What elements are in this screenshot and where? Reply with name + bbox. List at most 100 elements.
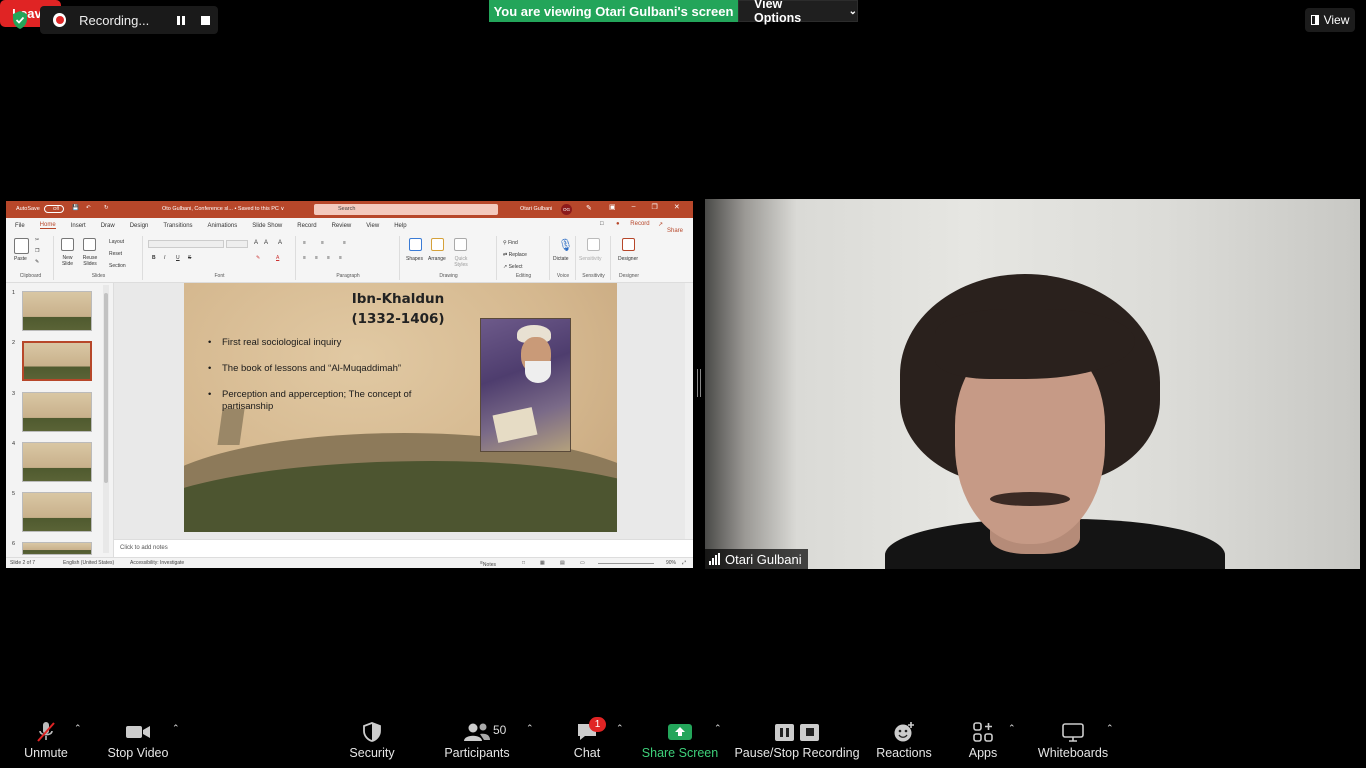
- reset-button[interactable]: Reset: [109, 251, 122, 257]
- slide-bullet[interactable]: Perception and apperception; The concept…: [208, 389, 447, 413]
- sensitivity-icon[interactable]: [587, 238, 600, 251]
- view-button[interactable]: View: [1305, 8, 1355, 32]
- font-family-box[interactable]: [148, 240, 224, 248]
- current-slide[interactable]: Ibn-Khaldun (1332-1406) First real socio…: [184, 283, 617, 532]
- ribbon-display-icon[interactable]: ▣: [609, 203, 616, 211]
- close-icon[interactable]: ✕: [674, 203, 680, 211]
- whiteboards-options-caret[interactable]: ⌃: [1106, 723, 1114, 734]
- slideshow-view-icon[interactable]: ▭: [580, 560, 585, 566]
- microphone-icon[interactable]: 🎙: [558, 238, 573, 252]
- editor-scrollbar[interactable]: [685, 283, 693, 539]
- document-title[interactable]: Oto Gulbani, Conference sl... • Saved to…: [162, 206, 284, 212]
- tab-draw[interactable]: Draw: [101, 223, 115, 229]
- section-button[interactable]: Section: [109, 263, 126, 269]
- clear-format-icon[interactable]: A: [278, 240, 282, 246]
- tab-file[interactable]: File: [15, 223, 25, 229]
- share-screen-options-caret[interactable]: ⌃: [714, 723, 722, 734]
- participant-video-tile[interactable]: [705, 199, 1360, 569]
- thumbnail-scrollbar[interactable]: [103, 285, 109, 553]
- slide-thumbnail-3[interactable]: [22, 392, 92, 432]
- tab-design[interactable]: Design: [130, 223, 149, 229]
- designer-icon[interactable]: [622, 238, 635, 251]
- whiteboards-button[interactable]: Whiteboards: [1037, 718, 1109, 768]
- justify-icon[interactable]: ≡: [339, 255, 342, 261]
- find-button[interactable]: ⚲ Find: [503, 240, 518, 246]
- ppt-search-box[interactable]: Search: [314, 204, 498, 215]
- layout-button[interactable]: Layout: [109, 239, 124, 245]
- chat-options-caret[interactable]: ⌃: [616, 723, 624, 734]
- reactions-button[interactable]: Reactions: [874, 718, 934, 768]
- security-shield-icon[interactable]: [10, 10, 30, 30]
- sorter-view-icon[interactable]: ▦: [540, 560, 545, 566]
- format-painter-icon[interactable]: ✎: [35, 259, 39, 265]
- stop-recording-button[interactable]: [194, 10, 218, 30]
- apps-options-caret[interactable]: ⌃: [1008, 723, 1016, 734]
- tab-review[interactable]: Review: [332, 223, 352, 229]
- replace-button[interactable]: ⇄ Replace: [503, 252, 527, 258]
- pause-recording-button[interactable]: [169, 10, 193, 30]
- tab-transitions[interactable]: Transitions: [163, 223, 192, 229]
- split-view-handle[interactable]: [697, 369, 701, 397]
- cut-icon[interactable]: ✂: [35, 237, 39, 243]
- unmute-button[interactable]: Unmute: [20, 718, 72, 768]
- underline-icon[interactable]: U: [176, 255, 180, 261]
- video-options-caret[interactable]: ⌃: [172, 723, 180, 734]
- decrease-font-icon[interactable]: A: [264, 240, 268, 246]
- slide-thumbnail-2[interactable]: [22, 341, 92, 381]
- quick-styles-icon[interactable]: [454, 238, 467, 251]
- strikethrough-icon[interactable]: S: [188, 255, 191, 261]
- notes-toggle[interactable]: ≡ Notes: [480, 560, 496, 568]
- arrange-icon[interactable]: [431, 238, 444, 251]
- shared-screen-powerpoint[interactable]: AutoSave Off 💾 ↶ ↻ Oto Gulbani, Conferen…: [6, 201, 693, 568]
- slide-thumbnail-1[interactable]: [22, 291, 92, 331]
- slide-thumbnail-5[interactable]: [22, 492, 92, 532]
- align-right-icon[interactable]: ≡: [327, 255, 330, 261]
- zoom-slider[interactable]: [598, 563, 654, 564]
- increase-font-icon[interactable]: A: [254, 240, 258, 246]
- minimize-icon[interactable]: –: [632, 203, 636, 211]
- comments-icon[interactable]: □: [600, 221, 604, 227]
- new-slide-icon[interactable]: [61, 238, 74, 251]
- undo-icon[interactable]: ↶: [86, 205, 91, 211]
- tab-view[interactable]: View: [366, 223, 379, 229]
- pen-icon[interactable]: ✎: [586, 204, 592, 212]
- indent-icon[interactable]: ≡: [343, 240, 346, 246]
- numbering-icon[interactable]: ≡: [321, 240, 324, 246]
- bullets-icon[interactable]: ≡: [303, 240, 306, 246]
- ppt-user-avatar[interactable]: OG: [561, 204, 572, 215]
- reuse-slides-icon[interactable]: [83, 238, 96, 251]
- share-screen-button[interactable]: Share Screen: [642, 718, 718, 768]
- audio-options-caret[interactable]: ⌃: [74, 723, 82, 734]
- italic-icon[interactable]: I: [164, 255, 165, 261]
- align-center-icon[interactable]: ≡: [315, 255, 318, 261]
- tab-slide-show[interactable]: Slide Show: [252, 223, 282, 229]
- accessibility-status[interactable]: Accessibility: Investigate: [130, 560, 184, 566]
- save-icon[interactable]: 💾: [72, 205, 79, 211]
- select-button[interactable]: ↗ Select: [503, 264, 523, 270]
- tab-record[interactable]: Record: [297, 223, 316, 229]
- highlight-icon[interactable]: ✎: [256, 255, 260, 261]
- slide-thumbnail-6[interactable]: [22, 542, 92, 555]
- stop-video-button[interactable]: Stop Video: [106, 718, 170, 768]
- security-button[interactable]: Security: [346, 718, 398, 768]
- view-options-button[interactable]: View Options ⌄: [738, 0, 858, 25]
- participants-options-caret[interactable]: ⌃: [526, 723, 534, 734]
- font-color-icon[interactable]: A: [276, 255, 279, 261]
- slide-bullet[interactable]: The book of lessons and “Al-Muqaddimah”: [208, 363, 447, 375]
- autosave-toggle[interactable]: Off: [44, 205, 64, 213]
- ibn-khaldun-portrait-image[interactable]: [480, 318, 571, 452]
- slide-thumbnail-4[interactable]: [22, 442, 92, 482]
- tab-help[interactable]: Help: [394, 223, 406, 229]
- font-size-box[interactable]: [226, 240, 248, 248]
- bold-icon[interactable]: B: [152, 255, 156, 261]
- pause-stop-recording-button[interactable]: Pause/Stop Recording: [734, 718, 860, 768]
- tab-animations[interactable]: Animations: [208, 223, 238, 229]
- slide-bullet[interactable]: First real sociological inquiry: [208, 337, 447, 349]
- normal-view-icon[interactable]: □: [522, 560, 525, 566]
- restore-icon[interactable]: ❐: [652, 203, 658, 211]
- tab-home[interactable]: Home: [39, 222, 56, 229]
- fit-slide-icon[interactable]: ⤢: [682, 560, 686, 566]
- slide-title[interactable]: Ibn-Khaldun (1332-1406): [304, 289, 492, 329]
- paste-icon[interactable]: [14, 238, 29, 254]
- redo-icon[interactable]: ↻: [104, 205, 109, 211]
